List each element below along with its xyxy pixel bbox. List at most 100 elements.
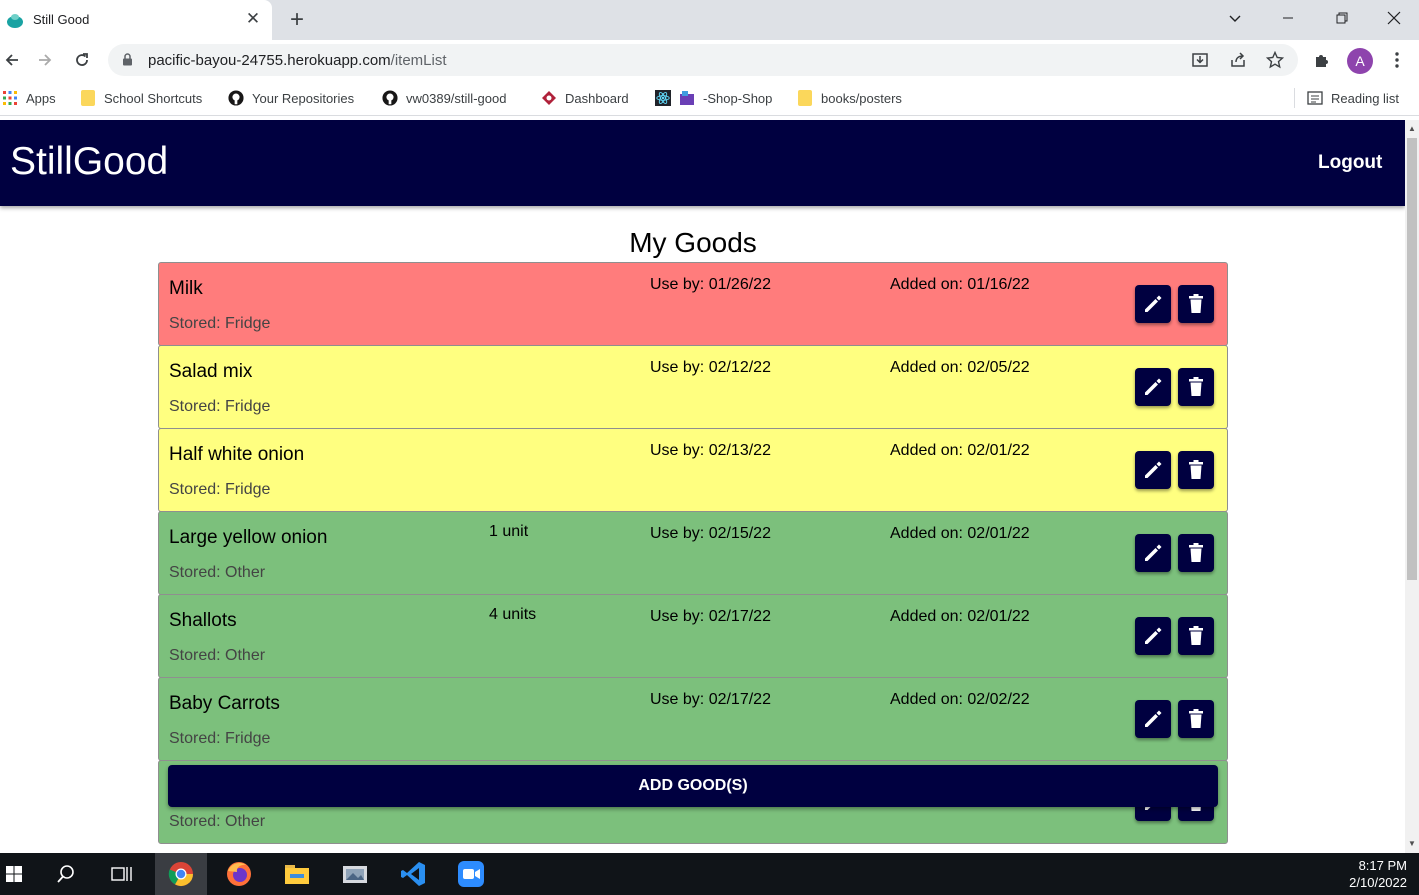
new-tab-icon[interactable]: + bbox=[284, 6, 310, 34]
tab-search-icon[interactable] bbox=[1209, 0, 1261, 36]
tab-title: Still Good bbox=[33, 12, 90, 27]
firefox-taskbar-icon[interactable] bbox=[213, 853, 265, 895]
minimize-icon[interactable] bbox=[1262, 0, 1314, 36]
bookmark-your-repositories[interactable]: Your Repositories bbox=[228, 89, 354, 107]
delete-item-button[interactable] bbox=[1178, 700, 1214, 738]
item-added-date: Added on: 02/01/22 bbox=[890, 442, 1030, 459]
still-good-favicon-icon bbox=[7, 14, 23, 28]
item-name: Half white onion bbox=[169, 444, 305, 465]
pencil-icon bbox=[1143, 294, 1163, 314]
system-clock[interactable]: 8:17 PM 2/10/2022 bbox=[1349, 857, 1407, 891]
app-header: StillGood Logout bbox=[0, 120, 1405, 206]
bookmark-books-posters[interactable]: books/posters bbox=[797, 89, 902, 107]
profile-avatar[interactable]: A bbox=[1347, 48, 1373, 74]
edit-item-button[interactable] bbox=[1135, 534, 1171, 572]
delete-item-button[interactable] bbox=[1178, 285, 1214, 323]
item-added-date: Added on: 01/16/22 bbox=[890, 276, 1030, 293]
page-scrollbar[interactable]: ▲ ▼ bbox=[1405, 120, 1419, 853]
item-storage-location: Stored: Other bbox=[169, 564, 266, 581]
bookmark-label: -Shop-Shop bbox=[703, 90, 773, 106]
item-added-date: Added on: 02/02/22 bbox=[890, 691, 1030, 708]
delete-item-button[interactable] bbox=[1178, 534, 1214, 572]
page-viewport: StillGood Logout My Goods Milk Stored: Fr… bbox=[0, 120, 1405, 853]
trash-icon bbox=[1188, 543, 1204, 563]
reading-list-icon bbox=[1307, 90, 1323, 106]
goods-item-card: Shallots Stored: Other 4 units Use by: 02/1… bbox=[158, 594, 1228, 678]
scroll-thumb[interactable] bbox=[1407, 138, 1417, 580]
goods-item-card: Half white onion Stored: Fridge Use by: 02… bbox=[158, 428, 1228, 512]
reload-icon[interactable] bbox=[70, 48, 94, 72]
item-use-by-date: Use by: 02/17/22 bbox=[650, 608, 771, 625]
dashboard-icon bbox=[541, 90, 557, 106]
back-icon[interactable] bbox=[0, 48, 24, 72]
tab-strip: Still Good ✕ + bbox=[0, 0, 1419, 40]
pencil-icon bbox=[1143, 543, 1163, 563]
item-storage-location: Stored: Fridge bbox=[169, 315, 271, 332]
bookmark-label: Your Repositories bbox=[252, 90, 355, 106]
item-storage-location: Stored: Fridge bbox=[169, 481, 271, 498]
goods-list: Milk Stored: Fridge Use by: 01/26/22 Added … bbox=[158, 262, 1228, 844]
trash-icon bbox=[1188, 460, 1204, 480]
goods-item-card: Large yellow onion Stored: Other 1 unit Use… bbox=[158, 511, 1228, 595]
item-use-by-date: Use by: 01/26/22 bbox=[650, 276, 771, 293]
address-bar[interactable]: pacific-bayou-24755.herokuapp.com/itemLi… bbox=[108, 44, 1298, 76]
delete-item-button[interactable] bbox=[1178, 617, 1214, 655]
bookmark-still-good-repo[interactable]: vw0389/still-good bbox=[382, 89, 506, 107]
item-use-by-date: Use by: 02/15/22 bbox=[650, 525, 771, 542]
taskbar-search-icon[interactable] bbox=[40, 853, 92, 895]
edit-item-button[interactable] bbox=[1135, 451, 1171, 489]
browser-tab[interactable]: Still Good ✕ bbox=[0, 0, 272, 40]
extensions-puzzle-icon[interactable] bbox=[1310, 48, 1334, 72]
lock-icon bbox=[123, 53, 132, 66]
scroll-down-icon[interactable]: ▼ bbox=[1408, 840, 1416, 848]
edit-item-button[interactable] bbox=[1135, 285, 1171, 323]
bookmark-star-icon[interactable] bbox=[1265, 50, 1285, 70]
clock-date: 2/10/2022 bbox=[1349, 875, 1407, 890]
windows-taskbar: 8:17 PM 2/10/2022 bbox=[0, 853, 1419, 895]
delete-item-button[interactable] bbox=[1178, 451, 1214, 489]
pencil-icon bbox=[1143, 626, 1163, 646]
bookmarks-bar: Apps School Shortcuts Your Repositories … bbox=[0, 80, 1419, 116]
reading-list-button[interactable]: Reading list bbox=[1307, 89, 1399, 107]
folder-icon bbox=[797, 90, 813, 106]
github-icon bbox=[382, 90, 398, 106]
item-quantity: 4 units bbox=[489, 606, 537, 623]
photos-taskbar-icon[interactable] bbox=[329, 853, 381, 895]
item-storage-location: Stored: Other bbox=[169, 647, 266, 664]
browser-menu-icon[interactable] bbox=[1385, 48, 1409, 72]
bookmarks-separator bbox=[1294, 88, 1295, 108]
forward-icon[interactable] bbox=[33, 48, 57, 72]
shop-icon bbox=[679, 90, 695, 106]
app-brand[interactable]: StillGood bbox=[10, 140, 168, 184]
delete-item-button[interactable] bbox=[1178, 368, 1214, 406]
close-window-icon[interactable] bbox=[1368, 0, 1419, 36]
bookmark-apps[interactable]: Apps bbox=[2, 89, 56, 107]
edit-item-button[interactable] bbox=[1135, 617, 1171, 655]
trash-icon bbox=[1188, 626, 1204, 646]
file-explorer-taskbar-icon[interactable] bbox=[271, 853, 323, 895]
share-icon[interactable] bbox=[1228, 50, 1248, 70]
bookmark-school-shortcuts[interactable]: School Shortcuts bbox=[80, 89, 202, 107]
item-quantity: 1 unit bbox=[489, 523, 529, 540]
task-view-icon[interactable] bbox=[96, 853, 148, 895]
zoom-taskbar-icon[interactable] bbox=[445, 853, 497, 895]
edit-item-button[interactable] bbox=[1135, 700, 1171, 738]
close-tab-icon[interactable]: ✕ bbox=[243, 8, 263, 30]
scroll-up-icon[interactable]: ▲ bbox=[1408, 125, 1416, 133]
folder-icon bbox=[80, 90, 96, 106]
goods-item-card: Baby Carrots Stored: Fridge Use by: 02/17/… bbox=[158, 677, 1228, 761]
bookmark-shop-shop[interactable]: -Shop-Shop bbox=[655, 89, 772, 107]
install-app-icon[interactable] bbox=[1190, 50, 1210, 70]
bookmark-dashboard[interactable]: Dashboard bbox=[541, 89, 629, 107]
restore-icon[interactable] bbox=[1316, 0, 1368, 36]
logout-button[interactable]: Logout bbox=[1318, 152, 1382, 174]
chrome-taskbar-icon[interactable] bbox=[155, 853, 207, 895]
edit-item-button[interactable] bbox=[1135, 368, 1171, 406]
item-storage-location: Stored: Fridge bbox=[169, 398, 271, 415]
item-added-date: Added on: 02/01/22 bbox=[890, 608, 1030, 625]
vscode-taskbar-icon[interactable] bbox=[387, 853, 439, 895]
bookmark-label: books/posters bbox=[821, 90, 902, 106]
add-goods-button[interactable]: ADD GOOD(S) bbox=[168, 765, 1218, 807]
item-use-by-date: Use by: 02/13/22 bbox=[650, 442, 771, 459]
windows-start-icon[interactable] bbox=[0, 853, 40, 895]
